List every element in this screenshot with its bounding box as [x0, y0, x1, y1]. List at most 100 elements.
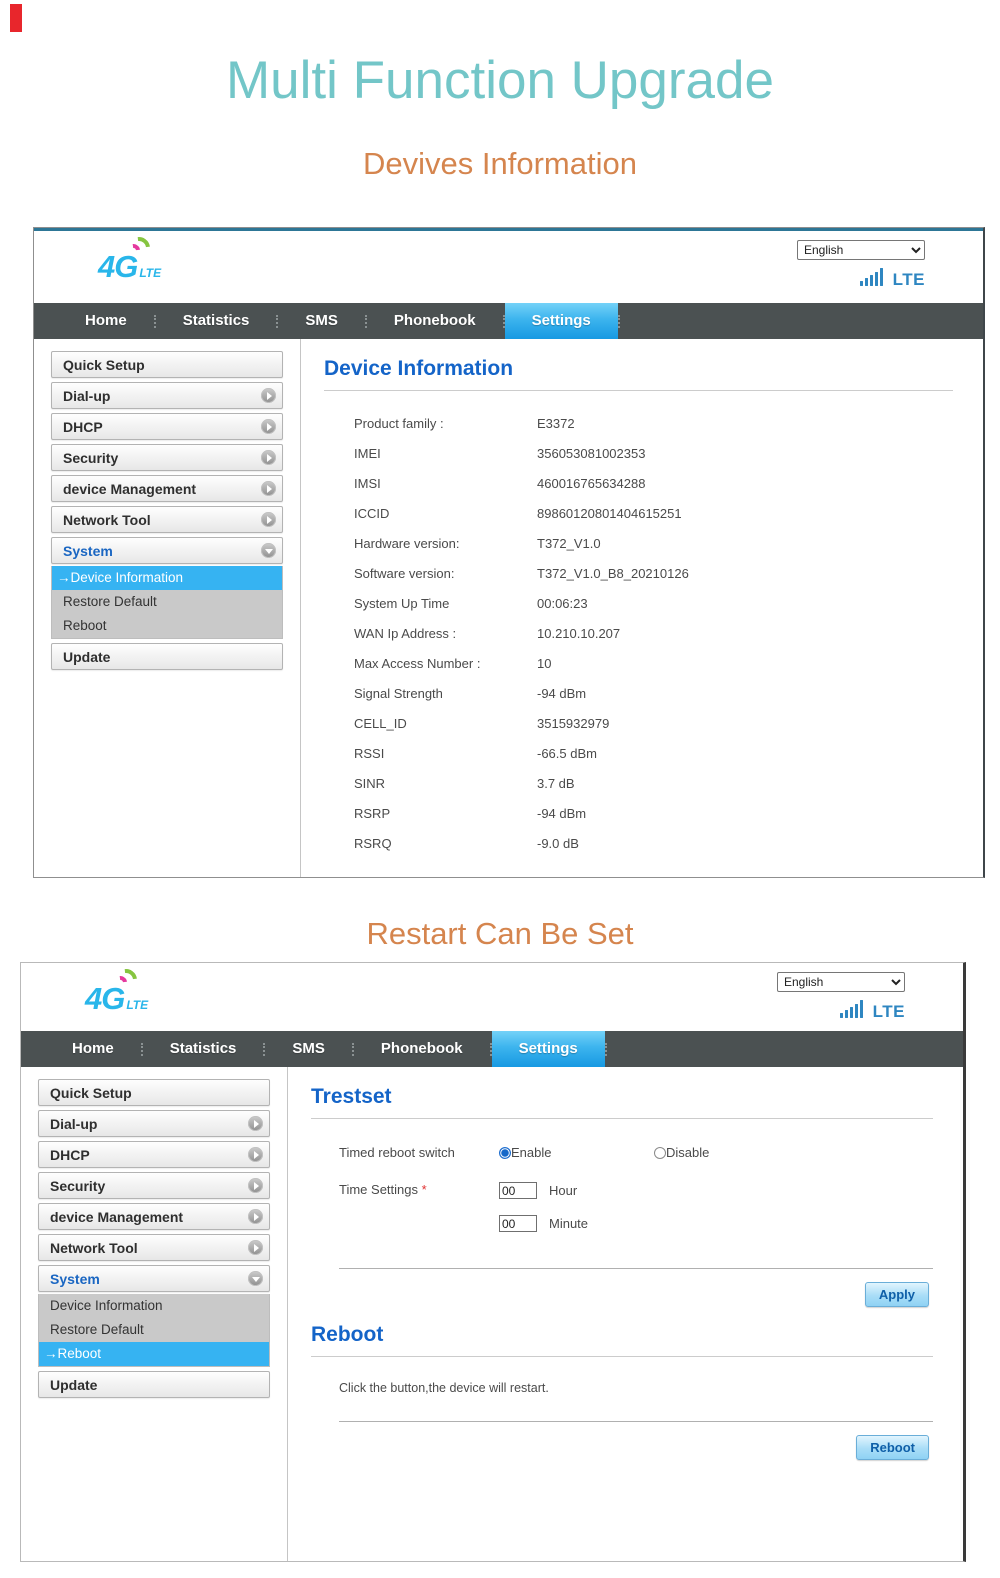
sidebar-item-network-tool[interactable]: Network Tool [38, 1234, 270, 1261]
nav-tab-home[interactable]: Home [58, 303, 154, 339]
device-info-row: CELL_ID 3515932979 [354, 717, 953, 731]
device-info-row: WAN Ip Address : 10.210.10.207 [354, 627, 953, 641]
sidebar-item-label: device Management [50, 1208, 184, 1225]
info-value: 3.7 dB [537, 776, 575, 791]
sidebar-item-dial-up[interactable]: Dial-up [38, 1110, 270, 1137]
sidebar-item-label: Update [50, 1376, 98, 1393]
section-divider [339, 1268, 933, 1269]
language-select[interactable]: English [777, 972, 905, 992]
enable-radio-label: Enable [511, 1145, 552, 1160]
nav-tab-home[interactable]: Home [45, 1031, 141, 1067]
nav-tab-statistics[interactable]: Statistics [143, 1031, 264, 1067]
chevron-right-icon [261, 481, 276, 496]
device-info-row: RSRP -94 dBm [354, 807, 953, 821]
info-label: System Up Time [354, 596, 450, 611]
sidebar-item-update[interactable]: Update [51, 643, 283, 670]
info-label: RSSI [354, 746, 385, 761]
chevron-right-icon [248, 1147, 263, 1162]
device-info-row: SINR 3.7 dB [354, 777, 953, 791]
disable-radio[interactable] [654, 1146, 666, 1159]
sidebar-item-update[interactable]: Update [38, 1371, 270, 1398]
chevron-right-icon [248, 1178, 263, 1193]
hour-input[interactable] [499, 1182, 537, 1199]
timed-reboot-form: Timed reboot switch Enable Disable Time … [339, 1145, 933, 1232]
chevron-right-icon [261, 419, 276, 434]
info-value: 356053081002353 [537, 446, 646, 461]
signal-strength-icon [839, 1000, 863, 1020]
enable-radio[interactable] [499, 1146, 511, 1159]
reboot-button[interactable]: Reboot [856, 1435, 929, 1460]
nav-tab-phonebook[interactable]: Phonebook [367, 303, 503, 339]
section-title-devices-information: Devives Information [363, 146, 637, 181]
submenu-item-reboot[interactable]: →Reboot [39, 1342, 269, 1366]
info-value: 3515932979 [537, 716, 610, 731]
time-settings-label: Time Settings * [339, 1182, 427, 1197]
section-title-restart: Restart Can Be Set [366, 916, 634, 951]
disable-radio-label: Disable [666, 1145, 710, 1160]
submenu-item-device-information[interactable]: →Device Information [52, 566, 282, 590]
4g-lte-logo: 4G LTE [98, 232, 162, 285]
language-select[interactable]: English [797, 240, 925, 260]
sidebar-item-system[interactable]: System [38, 1265, 270, 1292]
submenu-item-device-information[interactable]: Device Information [39, 1294, 269, 1318]
info-label: Software version: [354, 566, 455, 581]
submenu-item-restore-default[interactable]: Restore Default [52, 590, 282, 614]
page-title: Multi Function Upgrade [226, 51, 774, 110]
apply-button[interactable]: Apply [864, 1282, 929, 1307]
sidebar-item-device-management[interactable]: device Management [51, 475, 283, 502]
chevron-down-icon [248, 1271, 263, 1286]
submenu-item-reboot[interactable]: Reboot [52, 614, 282, 638]
sidebar-item-label: Network Tool [63, 511, 151, 528]
sidebar-item-label: Update [63, 648, 111, 665]
nav-tab-sms[interactable]: SMS [265, 1031, 352, 1067]
reboot-description: Click the button,the device will restart… [339, 1381, 549, 1395]
device-info-row: ICCID 89860120801404615251 [354, 507, 953, 521]
network-type-badge: LTE [892, 270, 925, 289]
main-nav: Home Statistics SMS Phonebook Settings [34, 303, 983, 339]
sidebar-item-security[interactable]: Security [38, 1172, 270, 1199]
nav-tab-settings[interactable]: Settings [504, 303, 618, 339]
title-divider [311, 1118, 933, 1119]
logo-lte-text: LTE [139, 266, 162, 280]
info-value: -94 dBm [537, 686, 587, 701]
info-label: IMEI [354, 446, 381, 461]
system-submenu: Device Information Restore Default →Reboot [38, 1294, 270, 1367]
sidebar-item-network-tool[interactable]: Network Tool [51, 506, 283, 533]
info-value: T372_V1.0 [537, 536, 601, 551]
device-info-row: Software version: T372_V1.0_B8_20210126 [354, 567, 953, 581]
title-divider [324, 390, 953, 391]
device-info-list: Product family : E3372 IMEI 356053081002353… [354, 417, 953, 851]
sidebar-item-dhcp[interactable]: DHCP [38, 1141, 270, 1168]
info-value: E3372 [537, 416, 575, 431]
info-value: -9.0 dB [537, 836, 579, 851]
sidebar-item-quick-setup[interactable]: Quick Setup [38, 1079, 270, 1106]
sidebar-item-device-management[interactable]: device Management [38, 1203, 270, 1230]
info-value: 10.210.10.207 [537, 626, 621, 641]
device-info-row: RSSI -66.5 dBm [354, 747, 953, 761]
info-label: Product family : [354, 416, 444, 431]
sidebar-item-dhcp[interactable]: DHCP [51, 413, 283, 440]
submenu-item-restore-default[interactable]: Restore Default [39, 1318, 269, 1342]
sidebar-item-label: Network Tool [50, 1239, 138, 1256]
info-value: -94 dBm [537, 806, 587, 821]
sidebar-item-label: System [50, 1270, 100, 1287]
chevron-right-icon [261, 388, 276, 403]
minute-input[interactable] [499, 1215, 537, 1232]
info-label: SINR [354, 776, 386, 791]
sidebar-item-dial-up[interactable]: Dial-up [51, 382, 283, 409]
sidebar-item-label: Security [63, 449, 119, 466]
info-value: 00:06:23 [537, 596, 588, 611]
nav-tab-settings[interactable]: Settings [491, 1031, 605, 1067]
sidebar-item-quick-setup[interactable]: Quick Setup [51, 351, 283, 378]
sidebar-item-security[interactable]: Security [51, 444, 283, 471]
sidebar-item-label: DHCP [63, 418, 103, 435]
info-label: CELL_ID [354, 716, 407, 731]
sidebar-item-system[interactable]: System [51, 537, 283, 564]
nav-tab-phonebook[interactable]: Phonebook [354, 1031, 490, 1067]
info-value: -66.5 dBm [537, 746, 597, 761]
device-info-row: Product family : E3372 [354, 417, 953, 431]
device-info-row: RSRQ -9.0 dB [354, 837, 953, 851]
info-label: ICCID [354, 506, 390, 521]
nav-tab-sms[interactable]: SMS [278, 303, 365, 339]
nav-tab-statistics[interactable]: Statistics [156, 303, 277, 339]
